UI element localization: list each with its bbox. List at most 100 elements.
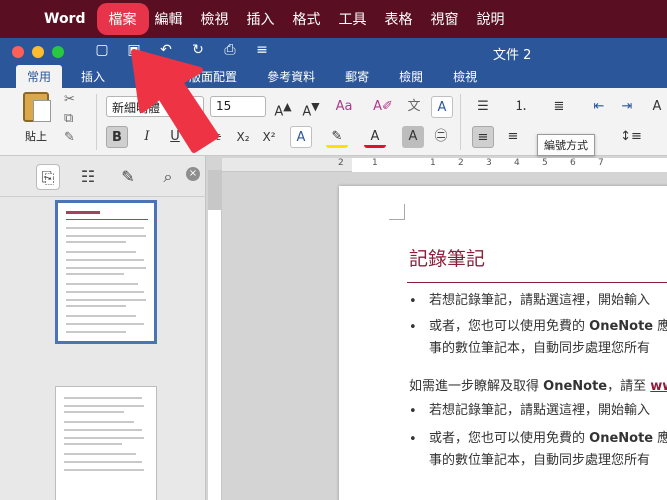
subscript-button[interactable]: X₂ bbox=[232, 126, 254, 148]
undo-icon[interactable]: ↶ bbox=[156, 42, 176, 58]
phonetic-guide-icon[interactable]: 文 bbox=[403, 96, 425, 118]
increase-indent-icon[interactable]: ⇥ bbox=[616, 96, 638, 118]
text-effects-icon[interactable]: A bbox=[290, 126, 312, 148]
bold-button[interactable]: B bbox=[106, 126, 128, 148]
ruler-number: 5 bbox=[542, 158, 548, 168]
thumbnails-icon[interactable]: ⎘ bbox=[36, 164, 60, 190]
vertical-ruler[interactable] bbox=[208, 170, 222, 500]
paste-button[interactable]: 貼上 bbox=[16, 92, 56, 144]
document-canvas[interactable]: 記錄筆記 • 若想記錄筆記，請點選這裡，開始輸入 • 或者，您也可以使用免費的 … bbox=[222, 172, 667, 500]
edit-notes-icon[interactable]: ✎ bbox=[116, 164, 140, 190]
page-thumbnail-1[interactable] bbox=[55, 200, 157, 344]
bullet-text-1[interactable]: 若想記錄筆記，請點選這裡，開始輸入 bbox=[429, 290, 650, 312]
change-case-icon[interactable]: Aa bbox=[333, 96, 355, 118]
tab-layout[interactable]: 版面配置 bbox=[178, 65, 248, 88]
bullet-text-2-line2[interactable]: 事的數位筆記本，自動同步處理您所有 bbox=[429, 338, 650, 360]
thumb-line bbox=[64, 429, 142, 431]
clear-formatting-icon[interactable]: A✐ bbox=[372, 96, 394, 118]
cut-icon[interactable]: ✂ bbox=[64, 92, 75, 107]
thumb-line bbox=[66, 267, 146, 269]
menu-table[interactable]: 表格 bbox=[376, 9, 422, 29]
shrink-font-icon[interactable]: A▼ bbox=[300, 96, 322, 119]
redo-icon[interactable]: ↻ bbox=[188, 42, 208, 58]
close-pane-icon[interactable]: × bbox=[186, 167, 200, 181]
align-center-icon[interactable]: ≡ bbox=[502, 126, 524, 148]
onenote-link[interactable]: ww bbox=[650, 379, 667, 394]
divider bbox=[460, 94, 461, 150]
menu-file[interactable]: 檔案 bbox=[99, 6, 146, 32]
menu-window[interactable]: 視窗 bbox=[422, 9, 468, 29]
bullet-text-4-line2[interactable]: 事的數位筆記本，自動同步處理您所有 bbox=[429, 450, 650, 472]
page-thumbnail-2[interactable] bbox=[55, 386, 157, 500]
ruler-number: 1 bbox=[372, 158, 378, 168]
ruler-text-area bbox=[352, 158, 667, 172]
line-spacing-icon[interactable]: ↕≡ bbox=[620, 126, 642, 148]
menu-insert[interactable]: 插入 bbox=[238, 9, 284, 29]
decrease-indent-icon[interactable]: ⇤ bbox=[588, 96, 610, 118]
format-painter-icon[interactable]: ✎ bbox=[64, 130, 75, 145]
font-color-icon[interactable]: A bbox=[364, 126, 386, 148]
sidebar-toggle-icon[interactable]: ▢ bbox=[92, 42, 112, 58]
divider bbox=[96, 94, 97, 150]
thumb-line bbox=[66, 291, 144, 293]
tab-home[interactable]: 常用 bbox=[16, 65, 63, 88]
thumb-heading bbox=[66, 211, 100, 214]
bullet-text-3[interactable]: 若想記錄筆記，請點選這裡，開始輸入 bbox=[429, 400, 650, 422]
highlight-color-icon[interactable]: ✎ bbox=[326, 126, 348, 148]
mac-menubar: Word 檔案 編輯 檢視 插入 格式 工具 表格 視窗 說明 bbox=[0, 0, 667, 38]
menu-help[interactable]: 說明 bbox=[468, 9, 514, 29]
quick-access-toolbar: ▢ ▣ ↶ ↻ ⎙ ≡ bbox=[92, 42, 272, 58]
text-run-bold: OneNote bbox=[543, 379, 608, 394]
menu-format[interactable]: 格式 bbox=[284, 9, 330, 29]
text-run: 應 bbox=[657, 431, 667, 446]
heading-rule bbox=[407, 282, 667, 283]
grow-font-icon[interactable]: A▲ bbox=[272, 96, 294, 119]
multilevel-list-icon[interactable]: ≣ bbox=[548, 96, 570, 118]
menu-edit[interactable]: 編輯 bbox=[146, 9, 192, 29]
document-page[interactable]: 記錄筆記 • 若想記錄筆記，請點選這裡，開始輸入 • 或者，您也可以使用免費的 … bbox=[339, 186, 667, 500]
thumb-line bbox=[66, 323, 144, 325]
text-run: 或者，您也可以使用免費的 bbox=[429, 319, 590, 334]
character-border-icon[interactable]: A bbox=[431, 96, 453, 118]
font-name-field[interactable]: 新細明體 bbox=[106, 96, 204, 117]
save-icon[interactable]: ▣ bbox=[124, 42, 144, 58]
print-icon[interactable]: ⎙ bbox=[220, 42, 240, 58]
strikethrough-button[interactable]: abc bbox=[200, 126, 222, 148]
align-left-icon[interactable]: ≡ bbox=[472, 126, 494, 148]
minimize-window-button[interactable] bbox=[32, 46, 44, 58]
body-paragraph[interactable]: 如需進一步瞭解及取得 OneNote，請至 ww bbox=[409, 376, 667, 398]
text-run-bold: OneNote bbox=[589, 431, 654, 446]
enclose-characters-icon[interactable]: ㊁ bbox=[430, 126, 452, 148]
menu-view[interactable]: 檢視 bbox=[192, 9, 238, 29]
bullet-text-4[interactable]: 或者，您也可以使用免費的 OneNote 應 bbox=[429, 428, 667, 450]
customize-toolbar-icon[interactable]: ≡ bbox=[252, 42, 272, 58]
horizontal-ruler[interactable]: 2 1 1 2 3 4 5 6 7 bbox=[222, 158, 667, 172]
zoom-window-button[interactable] bbox=[52, 46, 64, 58]
copy-icon[interactable]: ⧉ bbox=[64, 111, 75, 126]
tab-design[interactable]: 設計 bbox=[124, 65, 170, 88]
character-shading-icon[interactable]: A bbox=[402, 126, 424, 148]
app-menu-word[interactable]: Word bbox=[44, 11, 86, 27]
tab-references[interactable]: 參考資料 bbox=[256, 65, 326, 88]
bullet-dot: • bbox=[409, 320, 417, 335]
numbering-icon[interactable]: ⒈ bbox=[510, 96, 532, 118]
underline-button[interactable]: U bbox=[164, 126, 186, 148]
tab-view[interactable]: 檢視 bbox=[442, 65, 488, 88]
close-window-button[interactable] bbox=[12, 46, 24, 58]
italic-button[interactable]: I bbox=[136, 126, 158, 148]
doc-heading[interactable]: 記錄筆記 bbox=[409, 244, 485, 271]
ruler-margin-shade bbox=[208, 170, 222, 210]
bullets-icon[interactable]: ☰ bbox=[472, 96, 494, 118]
tab-mailings[interactable]: 郵寄 bbox=[334, 65, 380, 88]
bullet-text-2[interactable]: 或者，您也可以使用免費的 OneNote 應 bbox=[429, 316, 667, 338]
search-icon[interactable]: ⌕ bbox=[156, 164, 180, 190]
tab-review[interactable]: 檢閱 bbox=[388, 65, 434, 88]
tab-insert[interactable]: 插入 bbox=[70, 65, 116, 88]
thumb-line bbox=[64, 443, 122, 445]
superscript-button[interactable]: X² bbox=[258, 126, 280, 148]
text-run: ，請至 bbox=[607, 379, 651, 394]
outline-icon[interactable]: ☷ bbox=[76, 164, 100, 190]
font-size-field[interactable]: 15 bbox=[210, 96, 266, 117]
sort-icon[interactable]: A bbox=[646, 96, 667, 118]
menu-tools[interactable]: 工具 bbox=[330, 9, 376, 29]
